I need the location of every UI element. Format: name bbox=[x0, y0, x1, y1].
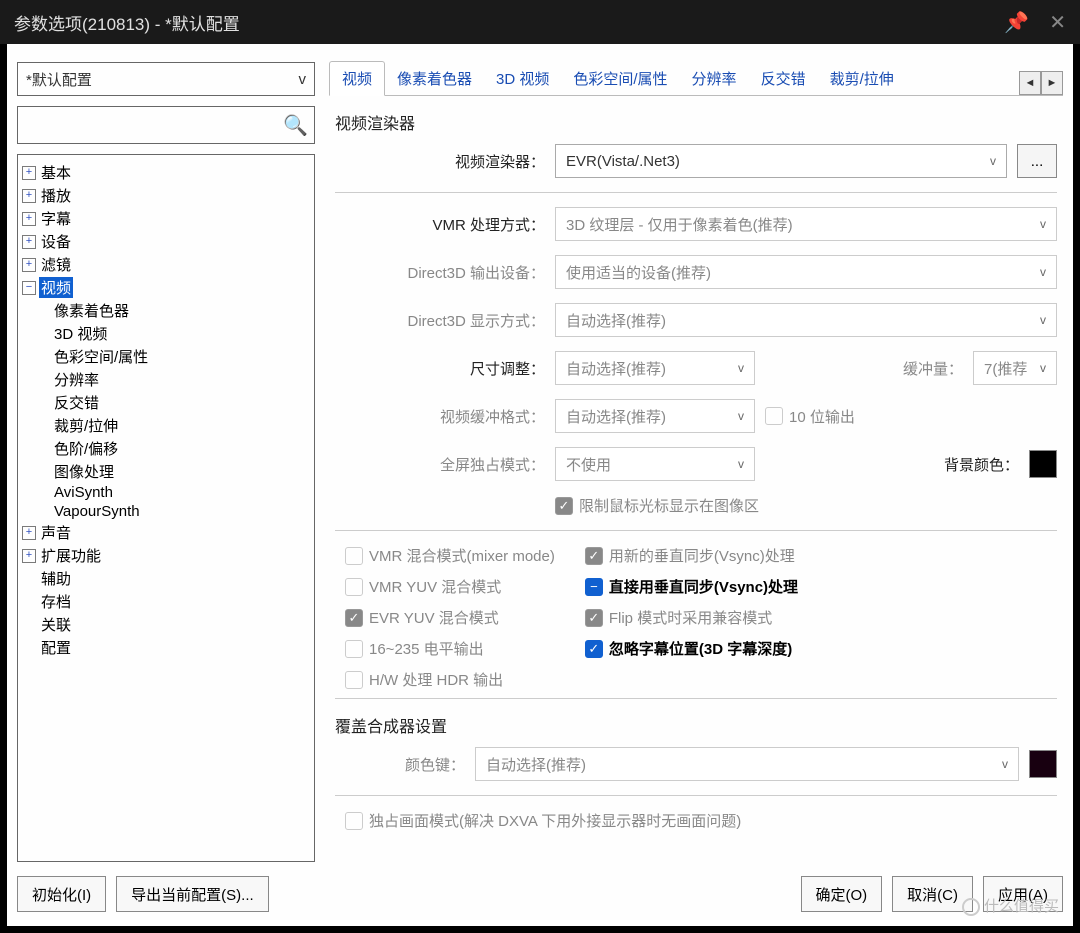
close-icon[interactable]: ✕ bbox=[1049, 10, 1066, 35]
buffer-label: 缓冲量： bbox=[903, 358, 963, 379]
tree-item-basic[interactable]: +基本 bbox=[22, 161, 310, 184]
tree-item[interactable]: 色彩空间/属性 bbox=[52, 345, 310, 368]
tree-item-archive[interactable]: 存档 bbox=[22, 590, 310, 613]
tab-resolution[interactable]: 分辨率 bbox=[680, 62, 749, 95]
restrict-cursor-checkbox[interactable]: ✓限制鼠标光标显示在图像区 bbox=[555, 495, 759, 516]
pin-icon[interactable]: 📌 bbox=[1004, 10, 1029, 35]
init-button[interactable]: 初始化(I) bbox=[17, 876, 106, 912]
profile-value: *默认配置 bbox=[26, 69, 92, 90]
chevron-down-icon: v bbox=[1040, 361, 1046, 375]
renderer-more-button[interactable]: ... bbox=[1017, 144, 1057, 178]
chevron-down-icon: v bbox=[1040, 313, 1046, 327]
d3d-display-label: Direct3D 显示方式： bbox=[335, 310, 545, 331]
tree-item[interactable]: 反交错 bbox=[52, 391, 310, 414]
chevron-down-icon: v bbox=[1040, 217, 1046, 231]
tree-item[interactable]: AviSynth bbox=[52, 483, 310, 502]
tree-item-filter[interactable]: +滤镜 bbox=[22, 253, 310, 276]
resize-label: 尺寸调整： bbox=[335, 358, 545, 379]
hw-hdr-checkbox[interactable]: H/W 处理 HDR 输出 bbox=[345, 669, 555, 690]
d3d-display-select[interactable]: 自动选择(推荐)v bbox=[555, 303, 1057, 337]
cancel-button[interactable]: 取消(C) bbox=[892, 876, 973, 912]
tab-video[interactable]: 视频 bbox=[329, 61, 385, 96]
direct-vsync-checkbox[interactable]: −直接用垂直同步(Vsync)处理 bbox=[585, 576, 798, 597]
fullscreen-label: 全屏独占模式： bbox=[335, 454, 545, 475]
tab-colorspace[interactable]: 色彩空间/属性 bbox=[561, 62, 679, 95]
window-title: 参数选项(210813) - *默认配置 bbox=[14, 10, 240, 35]
ok-button[interactable]: 确定(O) bbox=[801, 876, 883, 912]
tree-item-extend[interactable]: +扩展功能 bbox=[22, 544, 310, 567]
buffer-select[interactable]: 7(推荐v bbox=[973, 351, 1057, 385]
d3d-output-label: Direct3D 输出设备： bbox=[335, 262, 545, 283]
settings-tree: +基本 +播放 +字幕 +设备 +滤镜 −视频 像素着色器 3D 视频 色彩空间… bbox=[17, 154, 315, 862]
tenbit-checkbox[interactable]: 10 位输出 bbox=[765, 406, 855, 427]
search-icon: 🔍 bbox=[283, 113, 308, 138]
tree-item-config[interactable]: 配置 bbox=[22, 636, 310, 659]
tree-item-video[interactable]: −视频 bbox=[22, 276, 310, 299]
tree-item[interactable]: 图像处理 bbox=[52, 460, 310, 483]
vmr-mix-checkbox[interactable]: VMR 混合模式(mixer mode) bbox=[345, 545, 555, 566]
chevron-down-icon: v bbox=[738, 409, 744, 423]
tree-item[interactable]: 像素着色器 bbox=[52, 299, 310, 322]
group-video-renderer: 视频渲染器 bbox=[335, 110, 1057, 134]
tree-item[interactable]: 裁剪/拉伸 bbox=[52, 414, 310, 437]
tree-item-assist[interactable]: 辅助 bbox=[22, 567, 310, 590]
search-input[interactable]: 🔍 bbox=[17, 106, 315, 144]
tree-item[interactable]: 色阶/偏移 bbox=[52, 437, 310, 460]
tab-next-button[interactable]: ► bbox=[1041, 71, 1063, 95]
export-button[interactable]: 导出当前配置(S)... bbox=[116, 876, 269, 912]
chevron-down-icon: v bbox=[1040, 265, 1046, 279]
flip-compat-checkbox[interactable]: ✓Flip 模式时采用兼容模式 bbox=[585, 607, 798, 628]
resize-select[interactable]: 自动选择(推荐)v bbox=[555, 351, 755, 385]
bottom-bar: 初始化(I) 导出当前配置(S)... 确定(O) 取消(C) 应用(A) bbox=[7, 862, 1073, 926]
d3d-output-select[interactable]: 使用适当的设备(推荐)v bbox=[555, 255, 1057, 289]
bufferfmt-label: 视频缓冲格式： bbox=[335, 406, 545, 427]
chevron-down-icon: v bbox=[299, 71, 307, 88]
tree-item-playback[interactable]: +播放 bbox=[22, 184, 310, 207]
titlebar: 参数选项(210813) - *默认配置 📌 ✕ bbox=[0, 0, 1080, 44]
vmr-label: VMR 处理方式： bbox=[335, 214, 545, 235]
colorkey-label: 颜色键： bbox=[335, 754, 465, 775]
tabbar: 视频 像素着色器 3D 视频 色彩空间/属性 分辨率 反交错 裁剪/拉伸 ◄ ► bbox=[329, 62, 1063, 96]
colorkey-swatch[interactable] bbox=[1029, 750, 1057, 778]
bgcolor-swatch[interactable] bbox=[1029, 450, 1057, 478]
tree-item-subtitle[interactable]: +字幕 bbox=[22, 207, 310, 230]
window-controls: 📌 ✕ bbox=[1004, 10, 1066, 35]
tree-item-device[interactable]: +设备 bbox=[22, 230, 310, 253]
settings-panel: 视频渲染器 视频渲染器： EVR(Vista/.Net3)v ... VMR 处… bbox=[329, 106, 1063, 862]
colorkey-select[interactable]: 自动选择(推荐)v bbox=[475, 747, 1019, 781]
ignore-subtitle-checkbox[interactable]: ✓忽略字幕位置(3D 字幕深度) bbox=[585, 638, 798, 659]
vmr-select[interactable]: 3D 纹理层 - 仅用于像素着色(推荐)v bbox=[555, 207, 1057, 241]
level-16-235-checkbox[interactable]: 16~235 电平输出 bbox=[345, 638, 555, 659]
vmr-yuv-checkbox[interactable]: VMR YUV 混合模式 bbox=[345, 576, 555, 597]
tree-item[interactable]: VapourSynth bbox=[52, 502, 310, 521]
apply-button[interactable]: 应用(A) bbox=[983, 876, 1063, 912]
chevron-down-icon: v bbox=[1002, 757, 1008, 771]
fullscreen-select[interactable]: 不使用v bbox=[555, 447, 755, 481]
chevron-down-icon: v bbox=[990, 154, 996, 168]
exclusive-mode-checkbox[interactable]: 独占画面模式(解决 DXVA 下用外接显示器时无画面问题) bbox=[345, 810, 741, 831]
tree-item-audio[interactable]: +声音 bbox=[22, 521, 310, 544]
tab-3d-video[interactable]: 3D 视频 bbox=[484, 62, 561, 95]
renderer-select[interactable]: EVR(Vista/.Net3)v bbox=[555, 144, 1007, 178]
group-overlay: 覆盖合成器设置 bbox=[335, 713, 1057, 737]
evr-yuv-checkbox[interactable]: ✓EVR YUV 混合模式 bbox=[345, 607, 555, 628]
tab-pixel-shader[interactable]: 像素着色器 bbox=[385, 62, 484, 95]
bgcolor-label: 背景颜色： bbox=[944, 454, 1019, 475]
tab-prev-button[interactable]: ◄ bbox=[1019, 71, 1041, 95]
tree-item[interactable]: 分辨率 bbox=[52, 368, 310, 391]
chevron-down-icon: v bbox=[738, 361, 744, 375]
tab-deinterlace[interactable]: 反交错 bbox=[749, 62, 818, 95]
profile-select[interactable]: *默认配置 v bbox=[17, 62, 315, 96]
chevron-down-icon: v bbox=[738, 457, 744, 471]
tree-video-children: 像素着色器 3D 视频 色彩空间/属性 分辨率 反交错 裁剪/拉伸 色阶/偏移 … bbox=[22, 299, 310, 521]
tree-item-assoc[interactable]: 关联 bbox=[22, 613, 310, 636]
tree-item[interactable]: 3D 视频 bbox=[52, 322, 310, 345]
bufferfmt-select[interactable]: 自动选择(推荐)v bbox=[555, 399, 755, 433]
new-vsync-checkbox[interactable]: ✓用新的垂直同步(Vsync)处理 bbox=[585, 545, 798, 566]
tab-crop-stretch[interactable]: 裁剪/拉伸 bbox=[818, 62, 906, 95]
renderer-label: 视频渲染器： bbox=[335, 151, 545, 172]
